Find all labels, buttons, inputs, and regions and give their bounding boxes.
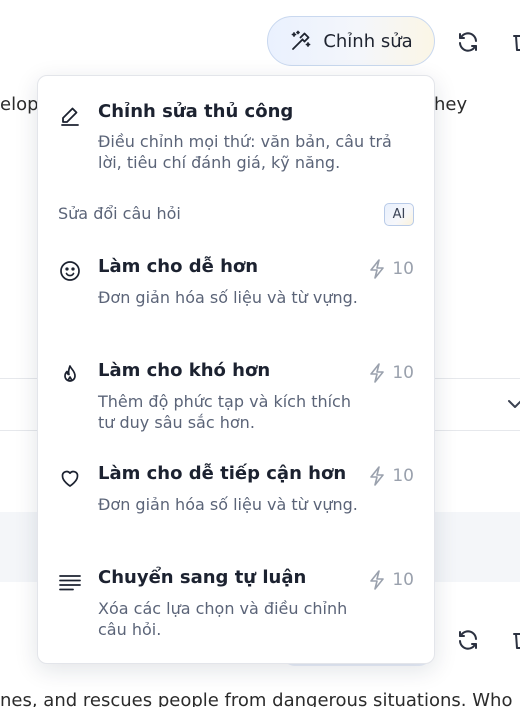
credit-cost-value: 10 [392,363,414,383]
chevron-down-icon[interactable] [502,391,520,417]
pencil-icon [58,104,82,128]
regenerate-icon[interactable] [455,627,481,653]
ai-badge: AI [384,203,414,226]
menu-item-description: Đơn giản hóa số liệu và từ vựng. [98,288,358,307]
heart-icon [58,466,82,490]
menu-item-title: Chỉnh sửa thủ công [98,101,294,122]
trash-icon[interactable] [509,29,520,55]
menu-item-make-accessible[interactable]: Làm cho dễ tiếp cận hơn Đơn giản hóa số … [38,448,434,548]
background-text-left: elop [0,94,39,115]
smiley-icon [58,259,82,283]
edit-button[interactable]: Chỉnh sửa [267,16,435,66]
credit-cost: 10 [368,466,414,486]
magic-wand-icon [289,29,313,53]
flame-icon [58,363,82,387]
background-text-right: hey [434,94,468,115]
edit-button-label: Chỉnh sửa [323,30,413,52]
credit-cost: 10 [368,259,414,279]
menu-item-convert-to-open-ended[interactable]: Chuyển sang tự luận Xóa các lựa chọn và … [38,552,434,652]
menu-item-title: Làm cho dễ tiếp cận hơn [98,463,347,484]
background-bottom-text: nes, and rescues people from dangerous s… [0,690,513,707]
regenerate-icon[interactable] [455,29,481,55]
menu-item-make-easier[interactable]: Làm cho dễ hơn Đơn giản hóa số liệu và t… [38,241,434,341]
page: elop hey nes, and rescues people from da… [0,0,520,707]
edit-dropdown-menu: Chỉnh sửa thủ công Điều chỉnh mọi thứ: v… [37,75,435,664]
credit-cost-value: 10 [392,466,414,486]
section-label: Sửa đổi câu hỏi [58,204,181,223]
trash-icon[interactable] [509,627,520,653]
lightning-icon [370,466,385,486]
lightning-icon [370,570,385,590]
text-lines-icon [58,570,82,594]
menu-item-manual-edit[interactable]: Chỉnh sửa thủ công Điều chỉnh mọi thứ: v… [38,76,434,186]
credit-cost-value: 10 [392,570,414,590]
credit-cost: 10 [368,570,414,590]
menu-item-description: Thêm độ phức tạp và kích thích tư duy sâ… [98,392,351,432]
menu-item-description: Đơn giản hóa số liệu và từ vựng. [98,495,358,514]
menu-item-description: Điều chỉnh mọi thứ: văn bản, câu trả lời… [98,132,392,172]
lightning-icon [370,259,385,279]
menu-item-description: Xóa các lựa chọn và điều chỉnh câu hỏi. [98,599,348,639]
menu-item-title: Làm cho khó hơn [98,360,271,381]
menu-item-title: Chuyển sang tự luận [98,567,307,588]
menu-item-make-harder[interactable]: Làm cho khó hơn Thêm độ phức tạp và kích… [38,345,434,445]
credit-cost: 10 [368,363,414,383]
menu-item-title: Làm cho dễ hơn [98,256,259,277]
credit-cost-value: 10 [392,259,414,279]
lightning-icon [370,363,385,383]
